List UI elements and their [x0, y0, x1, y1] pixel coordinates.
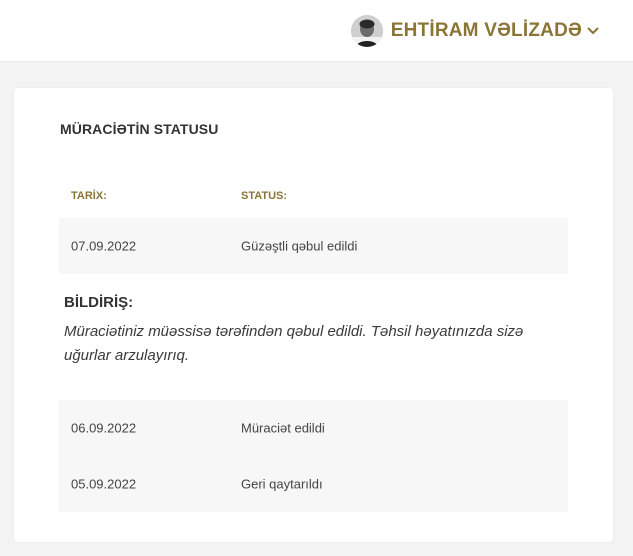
notice-text: Müraciətiniz müəssisə tərəfindən qəbul e…	[64, 323, 524, 364]
user-avatar[interactable]	[350, 15, 383, 47]
user-name[interactable]: EHTİRAM VƏLİZADƏ	[391, 20, 582, 42]
row-status: Geri qaytarıldı	[241, 476, 323, 492]
table-row: 05.09.2022 Geri qaytarıldı	[59, 456, 568, 512]
row-status: Müraciət edildi	[241, 420, 325, 436]
row-date: 06.09.2022	[71, 420, 137, 436]
table-row: 06.09.2022 Müraciət edildi	[59, 400, 568, 456]
column-header-status: STATUS:	[241, 190, 288, 202]
row-status: Güzəştli qəbul edildi	[241, 238, 358, 254]
card-title: MÜRACİƏTİN STATUSU	[60, 121, 219, 137]
column-header-date: TARİX:	[71, 190, 107, 202]
status-table: TARİX: STATUS: 07.09.2022 Güzəştli qəbul…	[59, 174, 568, 512]
table-header: TARİX: STATUS:	[59, 174, 568, 218]
chevron-down-icon[interactable]	[587, 27, 599, 35]
top-bar: EHTİRAM VƏLİZADƏ	[0, 0, 633, 62]
notice-title: BİLDİRİŞ:	[64, 294, 134, 311]
notice-block: BİLDİRİŞ: Müraciətiniz müəssisə tərəfind…	[59, 274, 568, 400]
history-list: 06.09.2022 Müraciət edildi 05.09.2022 Ge…	[59, 400, 568, 512]
row-date: 05.09.2022	[71, 476, 137, 492]
status-card: MÜRACİƏTİN STATUSU TARİX: STATUS: 07.09.…	[14, 88, 613, 542]
user-menu[interactable]: EHTİRAM VƏLİZADƏ	[350, 14, 599, 48]
row-date: 07.09.2022	[71, 238, 137, 254]
table-row-current: 07.09.2022 Güzəştli qəbul edildi	[59, 218, 568, 274]
avatar-image	[350, 15, 383, 47]
